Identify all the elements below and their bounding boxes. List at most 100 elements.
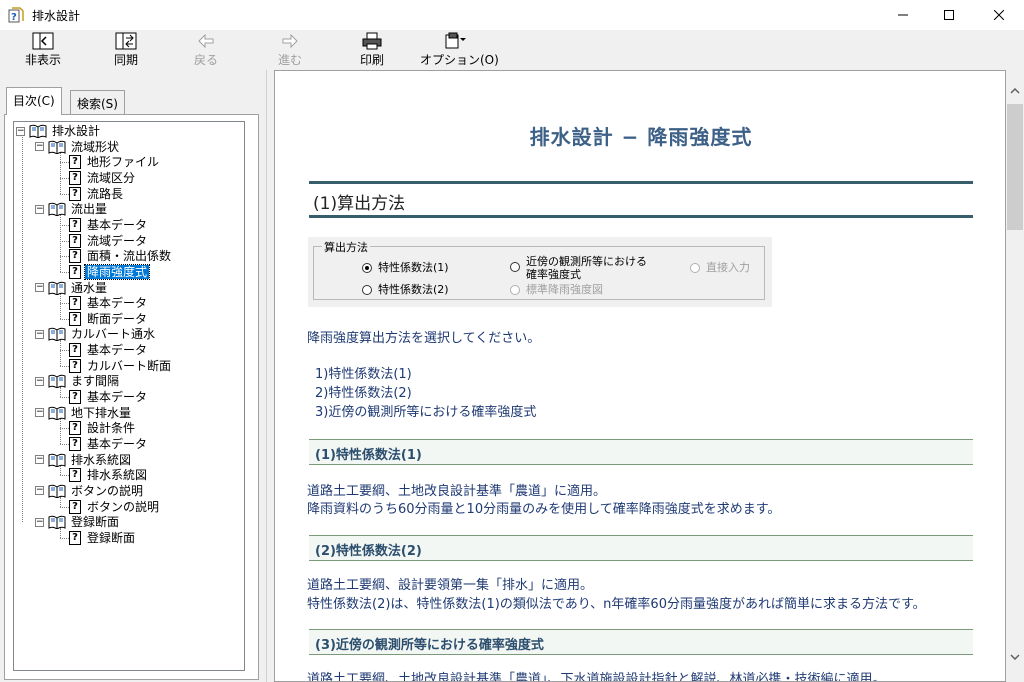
collapse-icon[interactable]: − (35, 283, 44, 292)
scroll-thumb[interactable] (1007, 104, 1023, 230)
tree-page-item[interactable]: ? 基本データ (69, 217, 149, 233)
help-page-icon: ? (69, 390, 81, 405)
section-3-text: 道路土工要綱、土地改良設計基準「農道」、下水道施設設計指針と解説、林道必携・技術… (307, 672, 886, 682)
chevron-up-icon (1010, 87, 1020, 94)
radio-characteristic-1[interactable]: 特性係数法(1) (362, 261, 449, 274)
radio-characteristic-2[interactable]: 特性係数法(2) (362, 283, 449, 296)
maximize-button[interactable] (926, 0, 972, 30)
tree-page-item[interactable]: ? 断面データ (69, 311, 149, 327)
collapse-icon[interactable]: − (35, 204, 44, 214)
help-page-icon: ? (69, 421, 81, 436)
close-icon (994, 10, 1004, 20)
tree-item-label: 面積・流出係数 (87, 249, 172, 264)
tree-item-label: 流路長 (87, 186, 124, 201)
chevron-down-icon (1010, 653, 1020, 660)
tree-page-item[interactable]: ? 設計条件 (69, 420, 137, 436)
tree-connector (60, 350, 69, 352)
tree-page-item[interactable]: ? 降雨強度式 (69, 263, 151, 280)
radio-nearby-station[interactable]: 近傍の観測所等における 確率強度式 (510, 255, 647, 281)
tree-page-item[interactable]: ? 排水系統図 (69, 467, 149, 483)
tree-item-label: 地形ファイル (87, 155, 160, 170)
tree-page-item[interactable]: ? ボタンの説明 (69, 499, 161, 515)
tree-connector (60, 340, 61, 366)
tree-item-label: 流域区分 (87, 170, 136, 185)
collapse-icon[interactable]: − (35, 142, 44, 152)
contents-tree[interactable]: − 排水設計 − 流域形状? 地形ファイル? 流域区分? 流路長 − 流出量? 基本データ? 流域デ… (13, 121, 245, 671)
tree-book-item[interactable]: − カルバート通水 (35, 326, 157, 342)
tree-page-item[interactable]: ? 流路長 (69, 186, 125, 202)
tree-page-item[interactable]: ? 流域データ (69, 233, 149, 249)
scroll-up-button[interactable] (1006, 82, 1024, 99)
help-page-icon: ? (69, 233, 81, 248)
pane-splitter[interactable] (266, 70, 274, 682)
tree-book-item[interactable]: − 地下排水量 (35, 405, 133, 421)
tree-book-item[interactable]: − 流域形状 (35, 139, 121, 155)
tree-book-item[interactable]: − 排水設計 (16, 123, 102, 139)
tree-page-item[interactable]: ? 登録断面 (69, 530, 137, 546)
scroll-down-button[interactable] (1006, 648, 1024, 665)
tree-connector (60, 428, 69, 430)
back-button[interactable]: 戻る (188, 32, 224, 70)
tree-connector (60, 215, 61, 272)
collapse-icon[interactable]: − (35, 408, 44, 418)
tree-page-item[interactable]: ? 面積・流出係数 (69, 248, 173, 264)
tree-page-item[interactable]: ? 基本データ (69, 295, 149, 311)
content-scrollbar[interactable] (1006, 70, 1024, 682)
tree-page-item[interactable]: ? 基本データ (69, 389, 149, 405)
tree-page-item[interactable]: ? 流域区分 (69, 170, 137, 186)
collapse-icon[interactable]: − (35, 486, 44, 496)
tree-connector (60, 318, 69, 320)
book-open-icon (48, 202, 69, 217)
tree-page-item[interactable]: ? 基本データ (69, 342, 149, 358)
tab-search[interactable]: 検索(S) (70, 90, 125, 114)
tree-connector (60, 240, 69, 242)
tree-page-item[interactable]: ? 地形ファイル (69, 154, 161, 170)
print-button[interactable]: 印刷 (354, 32, 390, 70)
radio-standard-rainfall-chart[interactable]: 標準降雨強度図 (510, 283, 603, 296)
tree-book-item[interactable]: − 登録断面 (35, 514, 121, 530)
tree-book-item[interactable]: − 排水系統図 (35, 452, 133, 468)
radio-icon (690, 263, 700, 273)
tab-contents[interactable]: 目次(C) (6, 87, 62, 115)
tree-item-label: 地下排水量 (71, 405, 132, 420)
sync-button[interactable]: 同期 (106, 32, 146, 70)
help-page-icon: ? (69, 311, 81, 326)
section-header-1: (1)特性係数法(1) (309, 439, 973, 465)
tree-connector (60, 475, 69, 477)
tree-connector (60, 387, 61, 398)
back-arrow-icon (198, 33, 214, 49)
window-title: 排水設計 (32, 9, 81, 23)
svg-text:?: ? (11, 12, 17, 23)
tree-item-label: カルバート通水 (71, 327, 156, 342)
collapse-icon[interactable]: − (35, 329, 44, 339)
heading-rule-bottom (309, 215, 973, 218)
list-item: 1)特性係数法(1) (315, 367, 412, 382)
collapse-icon[interactable]: − (35, 517, 44, 527)
tree-book-item[interactable]: − 流出量 (35, 201, 109, 217)
help-file-icon: ? (8, 7, 24, 23)
options-button[interactable]: オプション(O) (420, 32, 499, 70)
help-page-icon: ? (69, 186, 81, 201)
tree-book-item[interactable]: − ます間隔 (35, 373, 121, 389)
maximize-icon (944, 10, 954, 20)
hide-button[interactable]: 非表示 (20, 32, 66, 70)
minimize-icon (898, 14, 908, 16)
tree-book-item[interactable]: − 通水量 (35, 280, 109, 296)
close-button[interactable] (976, 0, 1022, 30)
tree-item-label: カルバート断面 (87, 358, 172, 373)
collapse-icon[interactable]: − (16, 126, 25, 136)
radio-direct-input[interactable]: 直接入力 (690, 261, 750, 274)
book-open-icon (48, 515, 69, 530)
help-page-icon: ? (69, 249, 81, 264)
tree-item-label: 流出量 (71, 202, 108, 217)
collapse-icon[interactable]: − (35, 455, 44, 465)
tree-item-label: 登録断面 (87, 530, 136, 545)
radio-icon (510, 285, 520, 295)
minimize-button[interactable] (880, 0, 926, 30)
radio-selected-icon (362, 263, 372, 273)
tree-page-item[interactable]: ? 基本データ (69, 436, 149, 452)
forward-button[interactable]: 進む (272, 32, 308, 70)
tree-page-item[interactable]: ? カルバート断面 (69, 358, 173, 374)
tree-book-item[interactable]: − ボタンの説明 (35, 483, 145, 499)
collapse-icon[interactable]: − (35, 376, 44, 386)
